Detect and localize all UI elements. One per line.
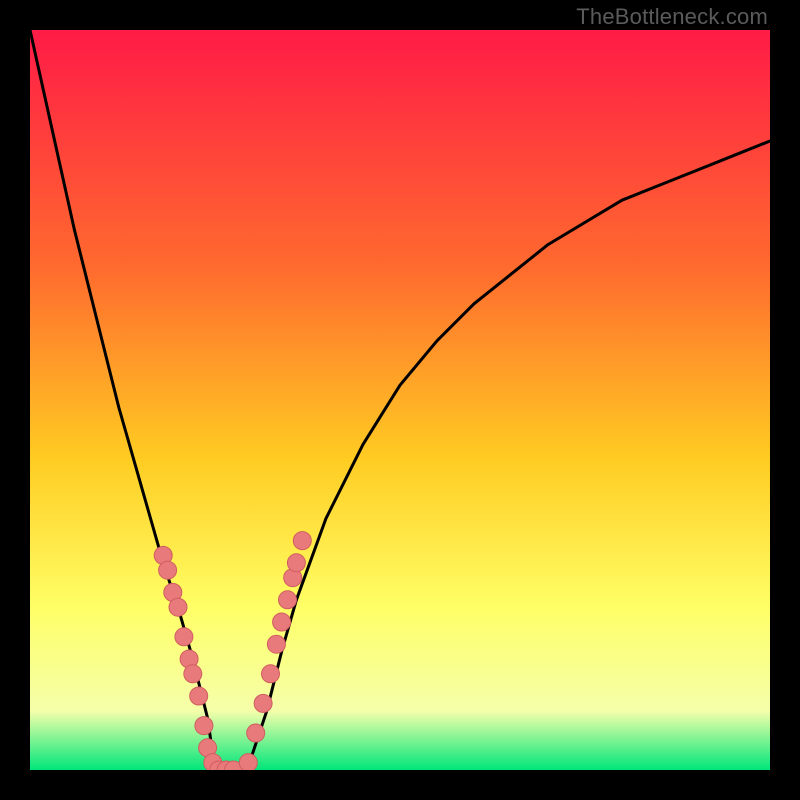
data-marker [184, 665, 202, 683]
data-marker [293, 532, 311, 550]
data-marker [273, 613, 291, 631]
data-marker [247, 724, 265, 742]
watermark-text: TheBottleneck.com [576, 4, 768, 30]
data-marker [239, 754, 257, 770]
data-marker [287, 554, 305, 572]
curve-layer [30, 30, 770, 770]
data-marker [159, 561, 177, 579]
plot-area [30, 30, 770, 770]
data-marker [262, 665, 280, 683]
bottleneck-curve [30, 30, 770, 770]
data-marker [279, 591, 297, 609]
data-marker [169, 598, 187, 616]
chart-frame: TheBottleneck.com [0, 0, 800, 800]
data-marker [195, 717, 213, 735]
data-marker [175, 628, 193, 646]
data-marker [254, 694, 272, 712]
data-marker [267, 635, 285, 653]
data-marker [190, 687, 208, 705]
